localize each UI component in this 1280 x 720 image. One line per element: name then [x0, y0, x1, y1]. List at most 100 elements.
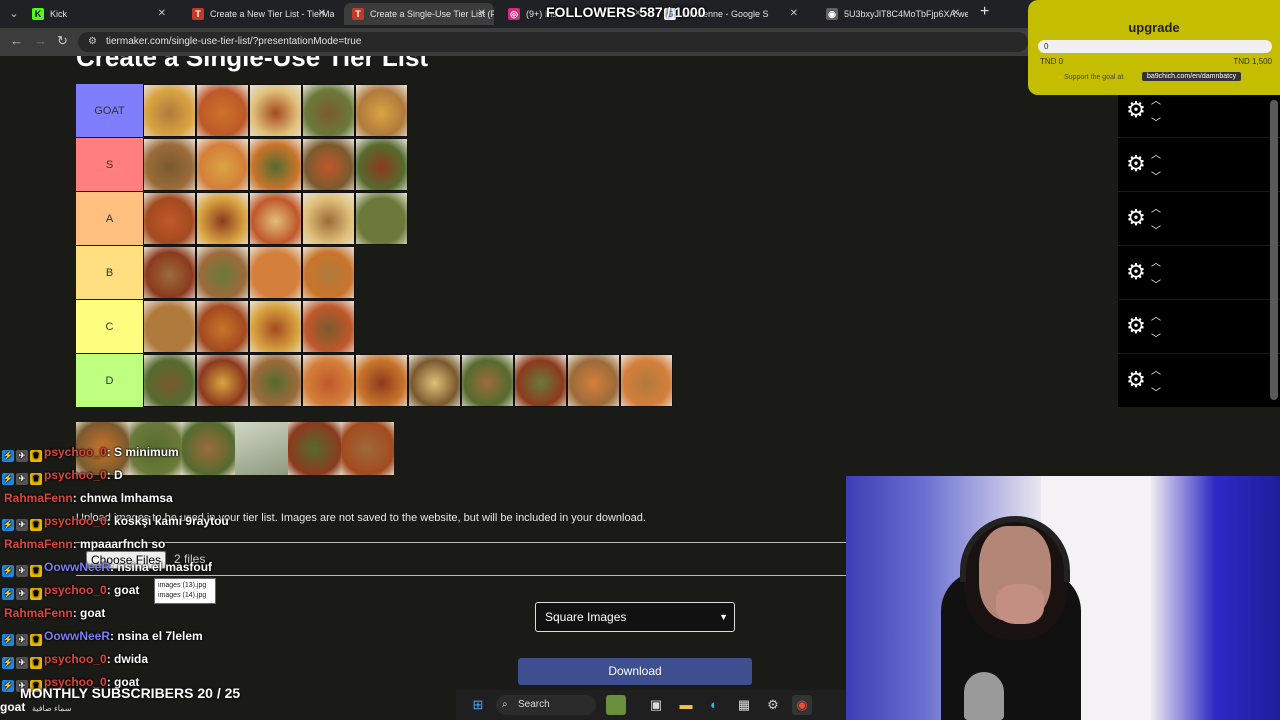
close-tab-icon[interactable]: ✕	[790, 3, 798, 25]
unranked-food-image[interactable]	[341, 422, 394, 475]
chevron-up-icon[interactable]: ︿	[1151, 254, 1161, 269]
chevron-down-icon[interactable]: ﹀	[1151, 384, 1161, 399]
image-shape-select[interactable]: Square Images ▼	[535, 602, 735, 632]
gear-icon[interactable]: ⚙	[1123, 97, 1149, 123]
food-image[interactable]	[408, 354, 461, 407]
chevron-up-icon[interactable]: ︿	[1151, 200, 1161, 215]
gear-icon[interactable]: ⚙	[1123, 259, 1149, 285]
chat-username[interactable]: psychoo_0	[44, 468, 107, 482]
widget-icon[interactable]	[606, 695, 626, 715]
tier-row: GOAT	[76, 84, 1118, 137]
download-button[interactable]: Download	[518, 658, 752, 685]
food-image[interactable]	[302, 300, 355, 353]
chat-message: RahmaFenn: mpaaarfnch so	[4, 533, 165, 555]
food-image[interactable]	[196, 300, 249, 353]
chat-username[interactable]: OowwNeeR	[44, 629, 110, 643]
food-image[interactable]	[196, 192, 249, 245]
chevron-up-icon[interactable]: ︿	[1151, 146, 1161, 161]
chat-username[interactable]: RahmaFenn	[4, 606, 73, 620]
food-image[interactable]	[143, 138, 196, 191]
food-image[interactable]	[249, 354, 302, 407]
gear-icon[interactable]: ⚙	[1123, 151, 1149, 177]
tier-row: B	[76, 246, 1118, 299]
browser-tab[interactable]: ◉ 5U3bxyJlT8C4MoTbFjp6XA.we ✕	[818, 3, 968, 25]
food-image[interactable]	[196, 246, 249, 299]
chevron-down-icon[interactable]: ﹀	[1151, 114, 1161, 129]
chrome-icon[interactable]: ◉	[792, 695, 812, 715]
food-image[interactable]	[302, 354, 355, 407]
close-tab-icon[interactable]: ✕	[158, 3, 166, 25]
food-image[interactable]	[620, 354, 673, 407]
back-icon[interactable]: ←	[10, 33, 23, 48]
food-image[interactable]	[355, 138, 408, 191]
chevron-down-icon[interactable]: ﹀	[1151, 276, 1161, 291]
food-image[interactable]	[567, 354, 620, 407]
food-image[interactable]	[461, 354, 514, 407]
settings-icon[interactable]: ⚙	[763, 695, 783, 715]
chat-username[interactable]: OowwNeeR	[44, 560, 110, 574]
chevron-down-icon[interactable]: ﹀	[1151, 330, 1161, 345]
close-tab-icon[interactable]: ✕	[952, 3, 960, 25]
verified-badge-icon: ⚡	[2, 634, 14, 646]
food-image[interactable]	[196, 84, 249, 137]
chat-username[interactable]: psychoo_0	[44, 514, 107, 528]
food-image[interactable]	[249, 246, 302, 299]
food-image[interactable]	[302, 246, 355, 299]
reload-icon[interactable]: ↻	[57, 33, 68, 49]
food-image[interactable]	[249, 300, 302, 353]
food-image[interactable]	[196, 138, 249, 191]
tier-label[interactable]: C	[76, 300, 143, 353]
task-view-icon[interactable]: ▣	[646, 695, 666, 715]
food-image[interactable]	[143, 300, 196, 353]
chevron-up-icon[interactable]: ︿	[1151, 362, 1161, 377]
close-tab-icon[interactable]: ✕	[318, 3, 326, 25]
food-image[interactable]	[514, 354, 567, 407]
url-field[interactable]: ⚙ tiermaker.com/single-use-tier-list/?pr…	[78, 32, 1028, 52]
edge-icon[interactable]: ◐	[704, 695, 724, 715]
gear-icon[interactable]: ⚙	[1123, 313, 1149, 339]
site-info-icon[interactable]: ⚙	[88, 32, 97, 52]
browser-tab[interactable]: T Create a New Tier List - TierMa ✕	[184, 3, 334, 25]
windows-start-icon[interactable]: ⊞	[468, 695, 488, 715]
food-image[interactable]	[196, 354, 249, 407]
browser-tab[interactable]: K Kick ✕	[24, 3, 174, 25]
food-image[interactable]	[249, 138, 302, 191]
new-tab-button[interactable]: +	[980, 3, 989, 21]
gear-icon[interactable]: ⚙	[1123, 367, 1149, 393]
chat-username[interactable]: psychoo_0	[44, 652, 107, 666]
food-image[interactable]	[355, 84, 408, 137]
chat-username[interactable]: RahmaFenn	[4, 537, 73, 551]
tab-search-icon[interactable]: ⌄	[4, 4, 24, 24]
chat-username[interactable]: psychoo_0	[44, 445, 107, 459]
chat-username[interactable]: psychoo_0	[44, 583, 107, 597]
chevron-down-icon[interactable]: ﹀	[1151, 168, 1161, 183]
food-image[interactable]	[143, 246, 196, 299]
chevron-down-icon[interactable]: ﹀	[1151, 222, 1161, 237]
food-image[interactable]	[143, 354, 196, 407]
food-image[interactable]	[302, 192, 355, 245]
tier-label[interactable]: D	[76, 354, 143, 407]
food-image[interactable]	[143, 192, 196, 245]
food-image[interactable]	[302, 84, 355, 137]
browser-tab[interactable]: T Create a Single-Use Tier List (P ✕	[344, 3, 494, 25]
taskbar-search[interactable]: ⌕ Search	[496, 695, 596, 715]
tier-label[interactable]: A	[76, 192, 143, 245]
chevron-up-icon[interactable]: ︿	[1151, 308, 1161, 323]
tier-label[interactable]: B	[76, 246, 143, 299]
tab-favicon-icon: T	[192, 8, 204, 20]
chat-username[interactable]: RahmaFenn	[4, 491, 73, 505]
food-image[interactable]	[249, 192, 302, 245]
tier-label[interactable]: S	[76, 138, 143, 191]
food-image[interactable]	[355, 354, 408, 407]
file-explorer-icon[interactable]: ▬	[676, 695, 696, 715]
close-tab-icon[interactable]: ✕	[478, 3, 486, 25]
food-image[interactable]	[302, 138, 355, 191]
store-icon[interactable]: ▦	[734, 695, 754, 715]
food-image[interactable]	[143, 84, 196, 137]
food-image[interactable]	[355, 192, 408, 245]
gear-icon[interactable]: ⚙	[1123, 205, 1149, 231]
page-scrollbar[interactable]	[1270, 100, 1278, 400]
food-image[interactable]	[249, 84, 302, 137]
tier-label[interactable]: GOAT	[76, 84, 143, 137]
forward-icon[interactable]: →	[34, 33, 47, 48]
